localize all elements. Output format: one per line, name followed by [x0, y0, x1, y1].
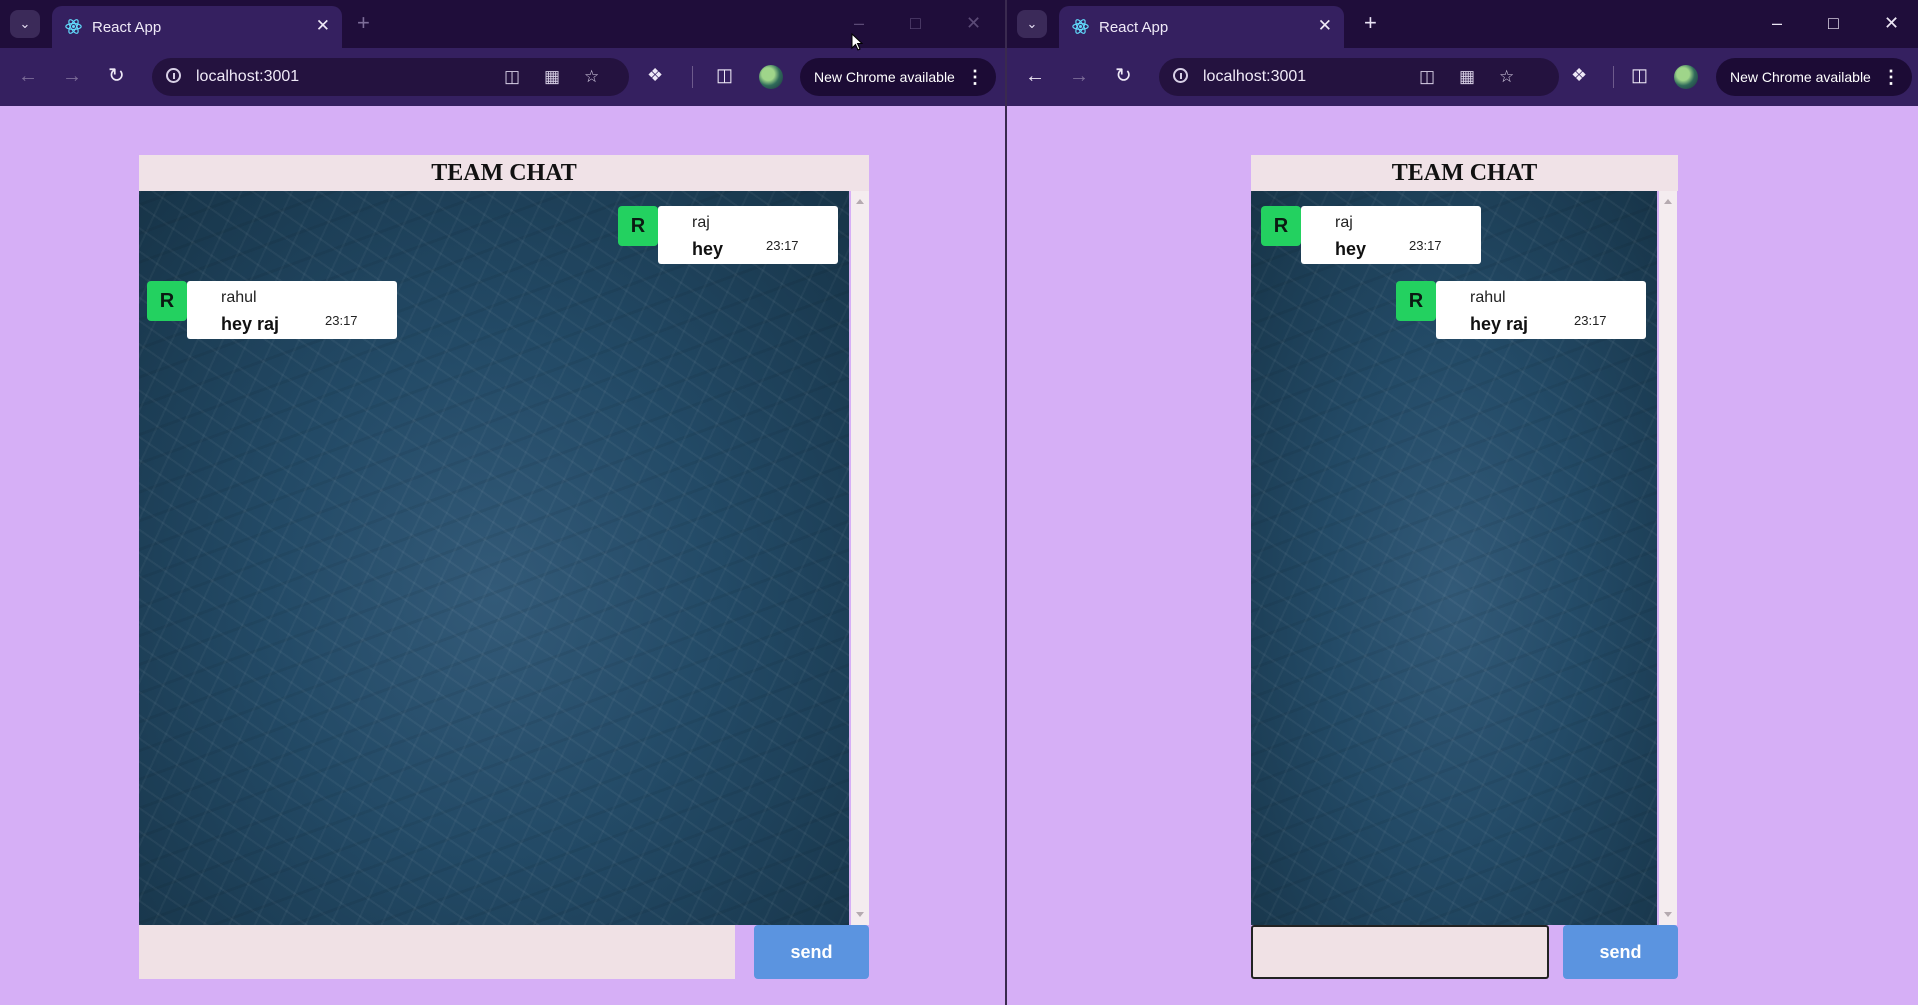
send-button[interactable]: send: [1563, 925, 1678, 979]
new-tab-button[interactable]: +: [1364, 10, 1377, 36]
chat-title: TEAM CHAT: [139, 155, 869, 191]
react-icon: [65, 19, 82, 34]
chat-container: TEAM CHAT R raj hey 23:17 R rahul hey ra…: [1251, 155, 1678, 981]
info-icon[interactable]: [166, 68, 181, 83]
message-text: hey: [1335, 239, 1367, 259]
message-bubble: rahul hey raj 23:17: [1436, 281, 1646, 339]
forward-arrow-icon[interactable]: →: [1069, 64, 1089, 88]
tab-search-button[interactable]: ⌄: [1017, 10, 1047, 38]
chat-messages-area[interactable]: R raj hey 23:17 R rahul hey raj 23:17: [1251, 191, 1657, 925]
maximize-icon[interactable]: □: [910, 10, 921, 36]
message-time: 23:17: [1574, 313, 1607, 328]
message-text: hey raj: [221, 314, 280, 334]
tab-strip: ⌄ React App ✕ + – □ ✕: [1007, 0, 1918, 48]
install-app-icon[interactable]: ◫: [1419, 67, 1435, 87]
update-label: New Chrome available: [814, 69, 955, 85]
side-panel-icon[interactable]: ◫: [1631, 64, 1648, 86]
browser-toolbar: ← → ↻ localhost:3001 ◫ ▦ ☆ ❖ ◫ New Chrom…: [0, 48, 1005, 106]
reload-icon[interactable]: ↻: [1115, 64, 1132, 88]
chevron-down-icon: ⌄: [1026, 16, 1038, 31]
new-chrome-available-button[interactable]: New Chrome available ⋮: [1716, 58, 1912, 96]
browser-window-left: ⌄ React App ✕ + – □ ✕ ← → ↻ localhost:30…: [0, 0, 1005, 1005]
maximize-icon[interactable]: □: [1828, 10, 1839, 36]
star-icon[interactable]: ☆: [584, 67, 599, 87]
chat-title: TEAM CHAT: [1251, 155, 1678, 191]
scroll-up-arrow-icon[interactable]: [856, 199, 864, 204]
puzzle-icon[interactable]: ❖: [647, 64, 663, 86]
message-sender: rahul: [1470, 289, 1506, 306]
avatar: R: [147, 281, 187, 321]
page-viewport: TEAM CHAT R raj hey 23:17 R rahul hey ra…: [1007, 106, 1918, 1005]
close-window-icon[interactable]: ✕: [966, 10, 981, 36]
avatar: R: [618, 206, 658, 246]
three-dots-icon: ⋮: [1882, 67, 1900, 87]
tab-title: React App: [1099, 19, 1169, 36]
profile-avatar[interactable]: [1674, 65, 1698, 89]
url-text: localhost:3001: [196, 68, 300, 85]
message-input[interactable]: [139, 925, 735, 979]
chat-messages-area[interactable]: R raj hey 23:17 R rahul hey raj 23:17: [139, 191, 849, 925]
message-time: 23:17: [766, 238, 799, 253]
message-sender: raj: [1335, 214, 1353, 231]
close-icon[interactable]: ✕: [1318, 16, 1332, 36]
message-bubble: raj hey 23:17: [1301, 206, 1481, 264]
forward-arrow-icon[interactable]: →: [62, 64, 82, 88]
update-label: New Chrome available: [1730, 69, 1871, 85]
browser-tab[interactable]: React App ✕: [52, 6, 342, 48]
puzzle-icon[interactable]: ❖: [1571, 64, 1587, 86]
scroll-down-arrow-icon[interactable]: [856, 912, 864, 917]
page-viewport: TEAM CHAT R raj hey 23:17 R rahul hey ra…: [0, 106, 1005, 1005]
browser-toolbar: ← → ↻ localhost:3001 ◫ ▦ ☆ ❖ ◫ New Chrom…: [1007, 48, 1918, 106]
address-bar[interactable]: localhost:3001 ◫ ▦ ☆: [152, 58, 629, 96]
translate-icon[interactable]: ▦: [1459, 67, 1475, 87]
message-bubble: rahul hey raj 23:17: [187, 281, 397, 339]
new-chrome-available-button[interactable]: New Chrome available ⋮: [800, 58, 996, 96]
chat-scrollbar[interactable]: [1659, 191, 1677, 925]
avatar: R: [1261, 206, 1301, 246]
message-bubble: raj hey 23:17: [658, 206, 838, 264]
info-icon[interactable]: [1173, 68, 1188, 83]
close-window-icon[interactable]: ✕: [1884, 10, 1899, 36]
chat-container: TEAM CHAT R raj hey 23:17 R rahul hey ra…: [139, 155, 869, 981]
tab-title: React App: [92, 19, 162, 36]
toolbar-separator: [1613, 66, 1614, 88]
three-dots-icon: ⋮: [966, 67, 984, 87]
message-text: hey: [692, 239, 724, 259]
new-tab-button[interactable]: +: [357, 10, 370, 36]
side-panel-icon[interactable]: ◫: [716, 64, 733, 86]
mouse-cursor-icon: [851, 33, 863, 51]
avatar: R: [1396, 281, 1436, 321]
address-bar[interactable]: localhost:3001 ◫ ▦ ☆: [1159, 58, 1559, 96]
back-arrow-icon[interactable]: ←: [18, 64, 38, 88]
minimize-icon[interactable]: –: [1772, 10, 1782, 36]
message-time: 23:17: [1409, 238, 1442, 253]
scroll-down-arrow-icon[interactable]: [1664, 912, 1672, 917]
profile-avatar[interactable]: [759, 65, 783, 89]
tab-search-button[interactable]: ⌄: [10, 10, 40, 38]
toolbar-separator: [692, 66, 693, 88]
react-icon: [1072, 19, 1089, 34]
chevron-down-icon: ⌄: [19, 16, 31, 31]
message-input[interactable]: [1251, 925, 1549, 979]
message-time: 23:17: [325, 313, 358, 328]
back-arrow-icon[interactable]: ←: [1025, 64, 1045, 88]
url-text: localhost:3001: [1203, 68, 1307, 85]
browser-tab[interactable]: React App ✕: [1059, 6, 1344, 48]
scroll-up-arrow-icon[interactable]: [1664, 199, 1672, 204]
star-icon[interactable]: ☆: [1499, 67, 1514, 87]
message-text: hey raj: [1470, 314, 1529, 334]
install-app-icon[interactable]: ◫: [504, 67, 520, 87]
reload-icon[interactable]: ↻: [108, 64, 125, 88]
translate-icon[interactable]: ▦: [544, 67, 560, 87]
browser-window-right: ⌄ React App ✕ + – □ ✕ ← → ↻ localhost:30…: [1007, 0, 1918, 1005]
message-sender: raj: [692, 214, 710, 231]
send-button[interactable]: send: [754, 925, 869, 979]
message-sender: rahul: [221, 289, 257, 306]
chat-scrollbar[interactable]: [851, 191, 869, 925]
close-icon[interactable]: ✕: [316, 16, 330, 36]
